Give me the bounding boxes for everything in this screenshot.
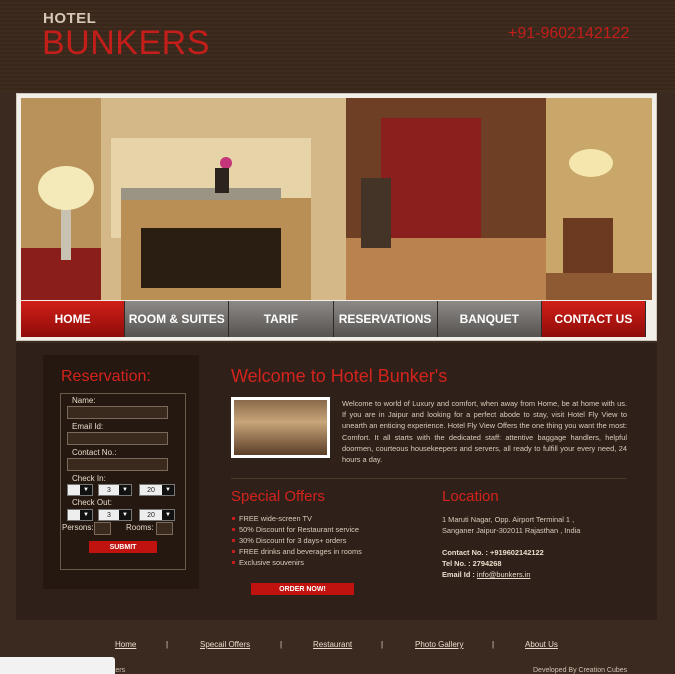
footer-link-about-us[interactable]: About Us	[525, 640, 558, 649]
browser-overlay	[0, 657, 115, 674]
nav-reservations[interactable]: RESERVATIONS	[333, 301, 438, 337]
checkin-year-select[interactable]: ▼	[67, 484, 93, 496]
nav-contact-us[interactable]: CONTACT US	[541, 301, 647, 337]
footer-link-restaurant[interactable]: Restaurant	[313, 640, 352, 649]
list-item: Exclusive souvenirs	[231, 557, 362, 568]
hero-image	[21, 98, 652, 300]
chevron-down-icon: ▼	[119, 485, 131, 495]
list-item: FREE drinks and beverages in rooms	[231, 546, 362, 557]
order-now-button[interactable]: ORDER NOW!	[251, 583, 354, 595]
logo-bunkers-text[interactable]: BUNKERS	[42, 26, 210, 60]
nav-banquet[interactable]: BANQUET	[437, 301, 542, 337]
contact-number: Contact No. : +919602142122	[442, 548, 544, 557]
address-line-2: Sanganer Jaipur-302011 Rajasthan , India	[442, 526, 581, 535]
reservation-title: Reservation:	[61, 368, 151, 385]
checkin-day-select[interactable]: 20 ▼	[139, 484, 175, 496]
divider	[231, 478, 626, 479]
email-input[interactable]	[67, 432, 168, 445]
email-link[interactable]: info@bunkers.in	[477, 570, 531, 579]
footer-separator: |	[166, 640, 169, 649]
tel-number: Tel No. : 2794268	[442, 559, 502, 568]
footer-separator: |	[280, 640, 283, 649]
special-offers-title: Special Offers	[231, 488, 325, 505]
welcome-text: Welcome to world of Luxury and comfort, …	[342, 399, 627, 465]
nav-home[interactable]: HOME	[21, 301, 126, 337]
checkout-day-select[interactable]: 20 ▼	[139, 509, 175, 521]
footer-separator: |	[381, 640, 384, 649]
persons-label: Persons:	[62, 523, 94, 532]
chevron-down-icon: ▼	[80, 485, 92, 495]
contact-label: Contact No.:	[72, 448, 117, 457]
list-item: FREE wide-screen TV	[231, 513, 362, 524]
submit-button[interactable]: SUBMIT	[89, 541, 157, 553]
rooms-input[interactable]	[156, 522, 173, 535]
email-label: Email Id:	[72, 422, 104, 431]
address-line-1: 1 Maruti Nagar, Opp. Airport Terminal 1 …	[442, 515, 575, 524]
chevron-down-icon: ▼	[162, 485, 174, 495]
footer-link-special-offers[interactable]: Specail Offers	[200, 640, 250, 649]
name-input[interactable]	[67, 406, 168, 419]
main-nav: HOME ROOM & SUITES TARIF RESERVATIONS BA…	[21, 301, 647, 337]
list-item: 50% Discount for Restaurant service	[231, 524, 362, 535]
checkout-year-select[interactable]: ▼	[67, 509, 93, 521]
welcome-title: Welcome to Hotel Bunker's	[231, 366, 448, 386]
nav-tarif[interactable]: TARIF	[229, 301, 334, 337]
chevron-down-icon: ▼	[80, 510, 92, 520]
contact-input[interactable]	[67, 458, 168, 471]
checkin-label: Check In:	[72, 474, 106, 483]
footer-link-home[interactable]: Home	[115, 640, 136, 649]
name-label: Name:	[72, 396, 96, 405]
list-item: 30% Discount for 3 days+ orders	[231, 535, 362, 546]
rooms-label: Rooms:	[126, 523, 154, 532]
location-title: Location	[442, 488, 499, 505]
footer-link-photo-gallery[interactable]: Photo Gallery	[415, 640, 463, 649]
hero-banner: HOME ROOM & SUITES TARIF RESERVATIONS BA…	[16, 93, 657, 341]
checkout-label: Check Out:	[72, 498, 113, 507]
footer-developer: Developed By Creation Cubes	[533, 667, 628, 674]
persons-input[interactable]	[94, 522, 111, 535]
email-id: Email Id : info@bunkers.in	[442, 570, 531, 579]
footer-separator: |	[492, 640, 495, 649]
checkin-month-select[interactable]: 3 ▼	[98, 484, 132, 496]
nav-room-suites[interactable]: ROOM & SUITES	[125, 301, 230, 337]
chevron-down-icon: ▼	[119, 510, 131, 520]
header-phone: +91-9602142122	[508, 25, 630, 42]
checkout-month-select[interactable]: 3 ▼	[98, 509, 132, 521]
offers-list: FREE wide-screen TV 50% Discount for Res…	[231, 513, 362, 568]
welcome-room-image	[231, 397, 330, 458]
chevron-down-icon: ▼	[162, 510, 174, 520]
